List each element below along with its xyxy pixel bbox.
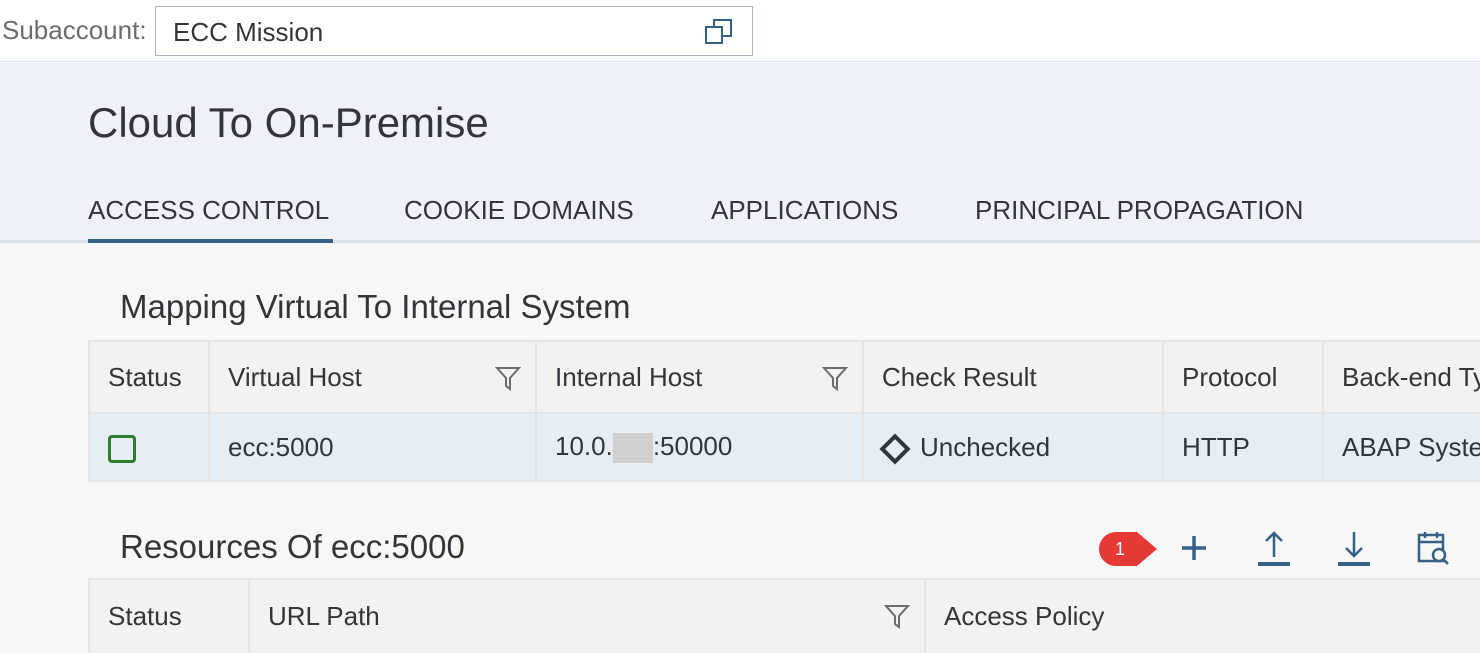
- upload-icon[interactable]: [1254, 528, 1294, 568]
- add-icon[interactable]: [1174, 528, 1214, 568]
- backend-type-cell: ABAP System: [1322, 412, 1480, 482]
- tab-access-control[interactable]: ACCESS CONTROL: [88, 195, 333, 243]
- resources-header-row: Status URL Path Access Policy: [88, 578, 1480, 653]
- calendar-search-icon[interactable]: [1414, 528, 1454, 568]
- check-result-cell: Unchecked: [862, 412, 1164, 482]
- tab-applications[interactable]: APPLICATIONS: [711, 195, 898, 243]
- subaccount-selector[interactable]: ECC Mission: [155, 6, 753, 56]
- col-internal-host[interactable]: Internal Host: [535, 340, 864, 414]
- filter-icon[interactable]: [884, 602, 910, 630]
- diamond-icon: [879, 433, 911, 465]
- subaccount-label: Subaccount:: [2, 15, 147, 45]
- mapping-table: Status Virtual Host Internal Host Check …: [88, 340, 1480, 482]
- virtual-host-cell: ecc:5000: [208, 412, 537, 482]
- resources-title: Resources Of ecc:5000: [120, 528, 465, 565]
- resources-table: Status URL Path Access Policy: [88, 578, 1480, 653]
- status-ok-icon: [108, 434, 136, 463]
- tab-cookie-domains[interactable]: COOKIE DOMAINS: [404, 195, 634, 243]
- status-cell: [88, 412, 210, 482]
- table-row[interactable]: ecc:5000 10.0.:50000 Unchecked HTTP ABAP…: [88, 412, 1480, 482]
- copy-window-icon[interactable]: [704, 17, 734, 47]
- subaccount-bar: Subaccount: ECC Mission: [0, 0, 1480, 62]
- annotation-marker: [1099, 532, 1157, 566]
- protocol-cell: HTTP: [1162, 412, 1324, 482]
- page-header: Cloud To On-Premise ACCESS CONTROL COOKI…: [0, 63, 1480, 243]
- filter-icon[interactable]: [495, 364, 521, 392]
- download-icon[interactable]: [1334, 528, 1374, 568]
- internal-host-cell: 10.0.:50000: [535, 412, 864, 482]
- col-check-result[interactable]: Check Result: [862, 340, 1164, 414]
- page-title: Cloud To On-Premise: [88, 99, 489, 146]
- annotation-label: 1: [1115, 539, 1126, 559]
- filter-icon[interactable]: [822, 364, 848, 392]
- mapping-header-row: Status Virtual Host Internal Host Check …: [88, 340, 1480, 414]
- col-url-path[interactable]: URL Path: [248, 578, 926, 653]
- col-virtual-host[interactable]: Virtual Host: [208, 340, 537, 414]
- redacted-block: [612, 433, 653, 464]
- col-status[interactable]: Status: [88, 340, 210, 414]
- col-status[interactable]: Status: [88, 578, 250, 653]
- tab-principal-propagation[interactable]: PRINCIPAL PROPAGATION: [975, 195, 1303, 243]
- mapping-title: Mapping Virtual To Internal System: [120, 288, 631, 325]
- subaccount-value: ECC Mission: [173, 17, 324, 47]
- col-protocol[interactable]: Protocol: [1162, 340, 1324, 414]
- col-backend-type[interactable]: Back-end Type: [1322, 340, 1480, 414]
- col-access-policy[interactable]: Access Policy: [924, 578, 1480, 653]
